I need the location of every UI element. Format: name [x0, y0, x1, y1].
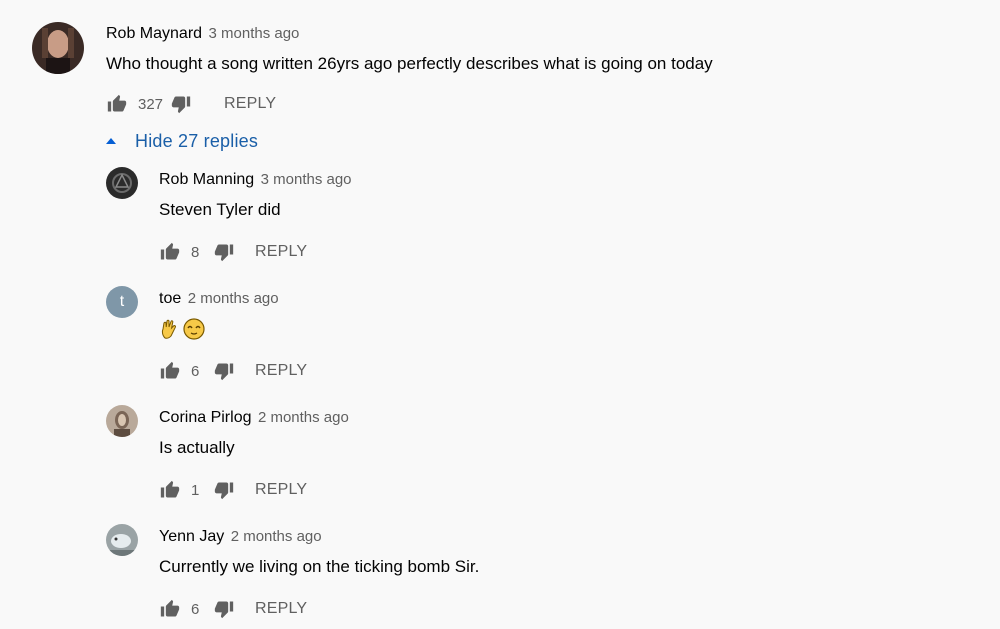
reply-text: Steven Tyler did: [159, 200, 281, 219]
reply-header: Corina Pirlog 2 months ago: [159, 408, 349, 428]
thumb-down-icon[interactable]: [213, 241, 235, 263]
author-name[interactable]: toe: [159, 290, 181, 307]
reply-text: Currently we living on the ticking bomb …: [159, 557, 480, 576]
reply-toolbar: 8 REPLY: [159, 240, 307, 264]
thumb-up-icon[interactable]: [159, 360, 181, 382]
like-count: 1: [191, 481, 200, 499]
reply-toolbar: 6 REPLY: [159, 597, 307, 621]
reply-button[interactable]: REPLY: [255, 362, 307, 380]
comment-toolbar: 327 REPLY: [106, 92, 276, 116]
avatar[interactable]: [106, 405, 138, 437]
like-count: 6: [191, 362, 200, 380]
comment-header: Rob Maynard 3 months ago: [106, 24, 299, 44]
reply-button[interactable]: REPLY: [255, 600, 307, 618]
hide-replies-label: Hide 27 replies: [135, 130, 259, 151]
comment-text: Who thought a song written 26yrs ago per…: [106, 54, 713, 73]
comment-time[interactable]: 2 months ago: [231, 528, 322, 545]
thumb-up-icon[interactable]: [159, 479, 181, 501]
reply-header: Rob Manning 3 months ago: [159, 170, 352, 190]
comment-time[interactable]: 2 months ago: [188, 290, 279, 307]
hide-replies-button[interactable]: Hide 27 replies: [105, 130, 258, 152]
comment-time[interactable]: 3 months ago: [209, 25, 300, 42]
avatar-letter: t: [119, 293, 125, 310]
reply-header: toe 2 months ago: [159, 289, 279, 309]
reply-button[interactable]: REPLY: [224, 95, 276, 113]
reply-button[interactable]: REPLY: [255, 243, 307, 261]
avatar[interactable]: [106, 524, 138, 556]
reply-emojis: [159, 318, 205, 340]
thumb-down-icon[interactable]: [213, 479, 235, 501]
comments-section: Rob Maynard 3 months ago Who thought a s…: [0, 0, 1000, 629]
comment-time[interactable]: 2 months ago: [258, 409, 349, 426]
thumb-up-icon[interactable]: [159, 241, 181, 263]
like-count: 8: [191, 243, 200, 261]
thumb-up-icon[interactable]: [159, 598, 181, 620]
author-name[interactable]: Yenn Jay: [159, 528, 224, 545]
reply-button[interactable]: REPLY: [255, 481, 307, 499]
reply-text: Is actually: [159, 438, 235, 457]
reply-header: Yenn Jay 2 months ago: [159, 527, 322, 547]
reply-toolbar: 6 REPLY: [159, 359, 307, 383]
like-count: 6: [191, 600, 200, 618]
thumb-down-icon[interactable]: [213, 360, 235, 382]
avatar[interactable]: [106, 167, 138, 199]
author-name[interactable]: Rob Maynard: [106, 25, 202, 42]
comment-time[interactable]: 3 months ago: [261, 171, 352, 188]
vulcan-salute-emoji: [161, 319, 176, 339]
caret-up-icon: [106, 138, 116, 144]
author-name[interactable]: Corina Pirlog: [159, 409, 251, 426]
thumb-down-icon[interactable]: [213, 598, 235, 620]
thumb-down-icon[interactable]: [170, 93, 192, 115]
reply-toolbar: 1 REPLY: [159, 478, 307, 502]
thumb-up-icon[interactable]: [106, 93, 128, 115]
author-name[interactable]: Rob Manning: [159, 171, 254, 188]
avatar[interactable]: t: [106, 286, 138, 318]
pleading-face-emoji: [183, 318, 205, 340]
like-count: 327: [138, 95, 164, 113]
avatar[interactable]: [32, 22, 84, 74]
